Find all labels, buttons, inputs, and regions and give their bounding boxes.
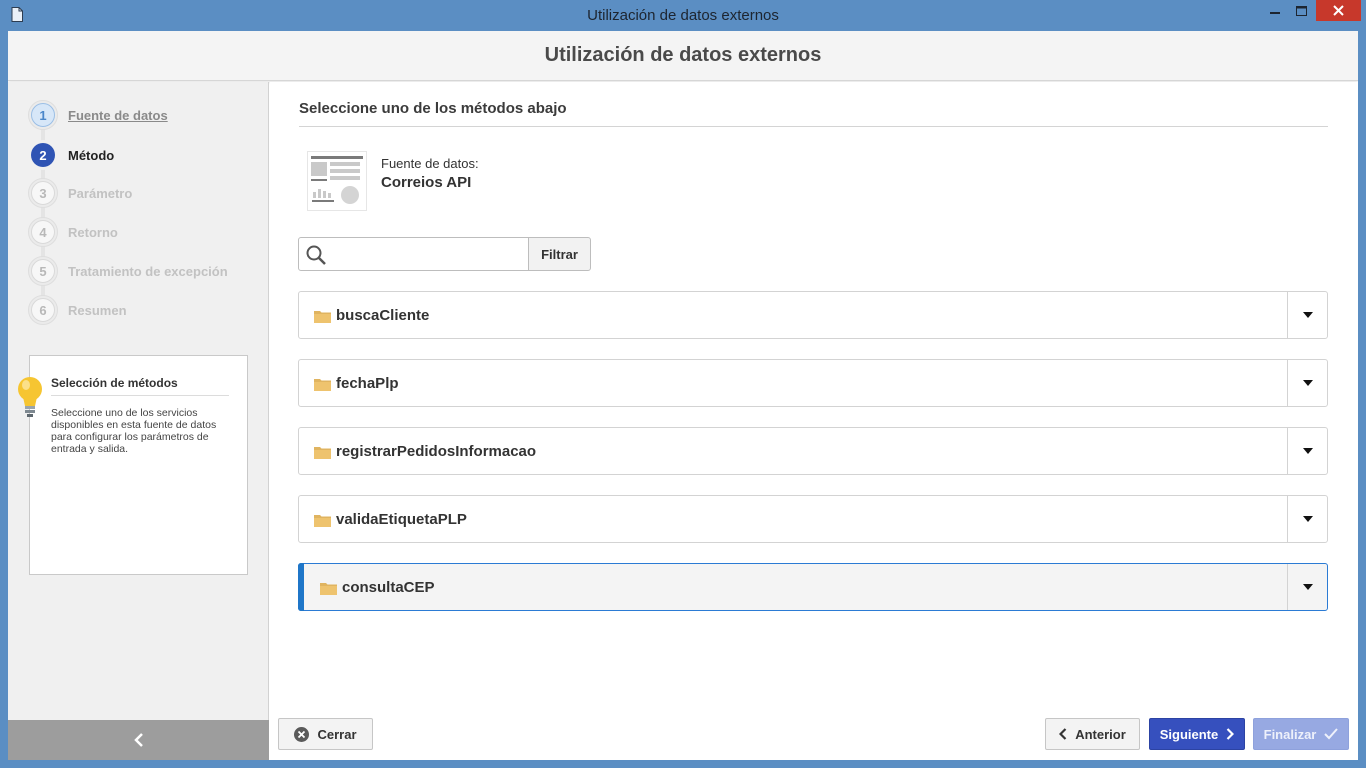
step-retorno: 4 Retorno xyxy=(28,217,258,247)
step-label: Retorno xyxy=(68,225,118,240)
step-number: 5 xyxy=(31,259,55,283)
caret-down-icon xyxy=(1303,448,1313,454)
siguiente-label: Siguiente xyxy=(1159,726,1219,742)
cerrar-label: Cerrar xyxy=(317,726,357,742)
main-panel: Seleccione uno de los métodos abajo Fuen… xyxy=(270,82,1358,760)
step-number: 4 xyxy=(31,220,55,244)
step-label: Resumen xyxy=(68,303,127,318)
datasource-label: Fuente de datos: xyxy=(381,156,479,171)
method-label: registrarPedidosInformacao xyxy=(336,443,537,460)
lightbulb-icon xyxy=(18,377,42,417)
chevron-left-icon xyxy=(1059,728,1067,740)
step-number: 2 xyxy=(31,143,55,167)
expand-button[interactable] xyxy=(1288,428,1328,474)
window-titlebar: Utilización de datos externos xyxy=(0,0,1366,31)
window-title: Utilización de datos externos xyxy=(587,7,779,24)
caret-down-icon xyxy=(1303,380,1313,386)
method-list: buscaCliente fechaPlp registrarPedidosIn… xyxy=(298,291,1328,631)
method-item-buscacliente[interactable]: buscaCliente xyxy=(298,291,1328,339)
method-item-consultacep[interactable]: consultaCEP xyxy=(298,563,1328,611)
datasource-icon xyxy=(307,151,367,211)
step-number: 3 xyxy=(31,181,55,205)
dialog-header: Utilización de datos externos xyxy=(8,31,1358,81)
caret-down-icon xyxy=(1303,312,1313,318)
method-item-fechaplp[interactable]: fechaPlp xyxy=(298,359,1328,407)
folder-icon xyxy=(314,379,331,391)
step-label: Método xyxy=(68,148,115,163)
section-title: Seleccione uno de los métodos abajo xyxy=(299,100,567,117)
step-number: 1 xyxy=(31,103,55,127)
cerrar-button[interactable]: Cerrar xyxy=(278,718,373,750)
selection-indicator xyxy=(298,563,304,611)
chevron-left-icon xyxy=(133,733,143,747)
siguiente-button[interactable]: Siguiente xyxy=(1149,718,1245,750)
step-parametro: 3 Parámetro xyxy=(28,178,258,208)
close-circle-icon xyxy=(294,726,310,742)
expand-button[interactable] xyxy=(1288,360,1328,406)
folder-icon xyxy=(314,311,331,323)
chevron-right-icon xyxy=(1226,728,1235,740)
method-label: fechaPlp xyxy=(336,375,399,392)
filter-button[interactable]: Filtrar xyxy=(528,237,591,271)
finalizar-label: Finalizar xyxy=(1263,726,1317,742)
dialog-frame: Utilización de datos externos 1 Fuente d… xyxy=(8,31,1358,760)
step-label[interactable]: Fuente de datos xyxy=(68,108,168,123)
minimize-button[interactable] xyxy=(1262,0,1288,22)
report-icon xyxy=(311,156,363,204)
section-divider xyxy=(299,126,1328,127)
expand-button[interactable] xyxy=(1288,292,1328,338)
datasource-value: Correios API xyxy=(381,174,472,191)
step-label: Tratamiento de excepción xyxy=(68,264,228,279)
step-metodo: 2 Método xyxy=(28,140,258,170)
step-resumen: 6 Resumen xyxy=(28,295,258,325)
method-label: buscaCliente xyxy=(336,307,430,324)
page-title: Utilización de datos externos xyxy=(544,44,822,66)
tip-box: Selección de métodos Seleccione uno de l… xyxy=(18,355,248,575)
tip-divider xyxy=(51,395,229,396)
maximize-icon xyxy=(1295,6,1307,16)
method-label: consultaCEP xyxy=(342,579,435,596)
wizard-sidebar: 1 Fuente de datos 2 Método 3 Parámetro 4… xyxy=(8,82,269,760)
step-label: Parámetro xyxy=(68,186,133,201)
caret-down-icon xyxy=(1303,584,1313,590)
minimize-icon xyxy=(1270,12,1280,14)
maximize-button[interactable] xyxy=(1288,0,1314,22)
search-icon xyxy=(306,245,326,265)
collapse-sidebar-button[interactable] xyxy=(8,720,269,760)
close-window-button[interactable] xyxy=(1316,0,1361,21)
method-item-registrarpedidosinformacao[interactable]: registrarPedidosInformacao xyxy=(298,427,1328,475)
anterior-label: Anterior xyxy=(1075,726,1126,742)
step-fuente-de-datos[interactable]: 1 Fuente de datos xyxy=(28,100,258,130)
search-box xyxy=(298,237,529,271)
expand-button[interactable] xyxy=(1288,496,1328,542)
finalizar-button[interactable]: Finalizar xyxy=(1253,718,1349,750)
folder-icon xyxy=(320,583,337,595)
method-label: validaEtiquetaPLP xyxy=(336,511,467,528)
tip-title: Selección de métodos xyxy=(51,376,178,390)
checkmark-icon xyxy=(1324,728,1339,740)
folder-icon xyxy=(314,447,331,459)
folder-icon xyxy=(314,515,331,527)
step-tratamiento-de-excepcion: 5 Tratamiento de excepción xyxy=(28,256,258,286)
search-input[interactable] xyxy=(331,240,523,268)
expand-button[interactable] xyxy=(1288,564,1328,610)
method-item-validaetiquetaplp[interactable]: validaEtiquetaPLP xyxy=(298,495,1328,543)
tip-text: Seleccione uno de los servicios disponib… xyxy=(51,407,217,455)
caret-down-icon xyxy=(1303,516,1313,522)
step-number: 6 xyxy=(31,298,55,322)
anterior-button[interactable]: Anterior xyxy=(1045,718,1140,750)
close-icon xyxy=(1333,5,1344,16)
